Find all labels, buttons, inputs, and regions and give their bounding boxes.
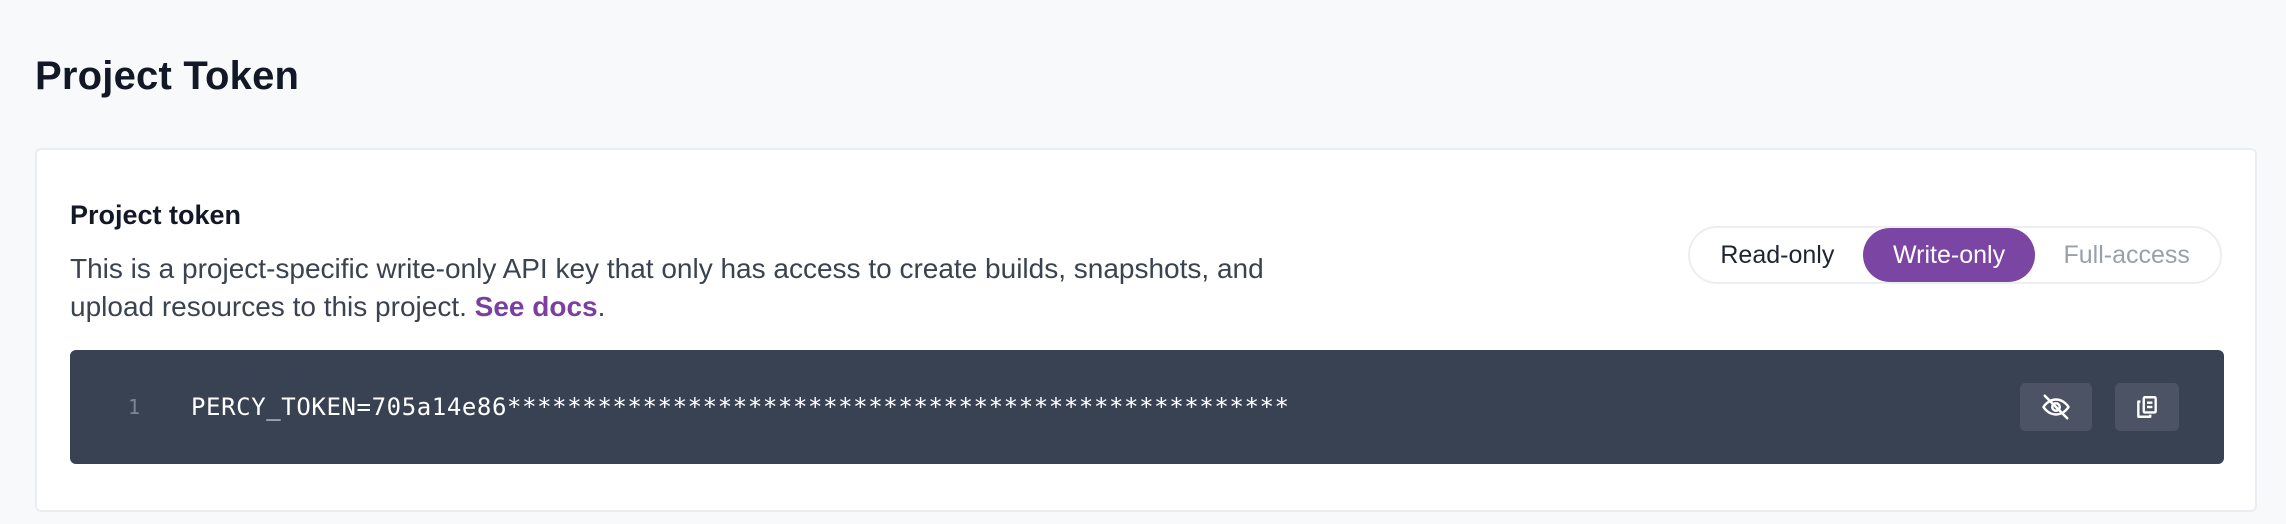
token-value: PERCY_TOKEN=705a14e86*******************… [191,393,1290,421]
copy-icon [2134,394,2160,420]
description-suffix: . [597,291,606,322]
eye-slash-icon [2041,392,2071,422]
full-access-option[interactable]: Full-access [2035,228,2218,282]
token-code-block: 1 PERCY_TOKEN=705a14e86*****************… [70,350,2224,464]
description-text: This is a project-specific write-only AP… [70,253,1264,322]
write-only-option[interactable]: Write-only [1862,228,2036,282]
section-title: Project token [70,200,242,230]
project-token-card: Project token This is a project-specific… [35,148,2257,512]
token-description: This is a project-specific write-only AP… [70,250,1330,326]
hide-token-button[interactable] [2020,383,2092,431]
copy-token-button[interactable] [2115,383,2179,431]
read-only-option[interactable]: Read-only [1692,228,1863,282]
project-token-page: Project Token Project token This is a pr… [0,0,2286,524]
token-access-toggle: Read-only Write-only Full-access [1688,226,2222,284]
line-number: 1 [128,395,141,419]
see-docs-link[interactable]: See docs [475,291,598,322]
page-title: Project Token [35,54,300,98]
